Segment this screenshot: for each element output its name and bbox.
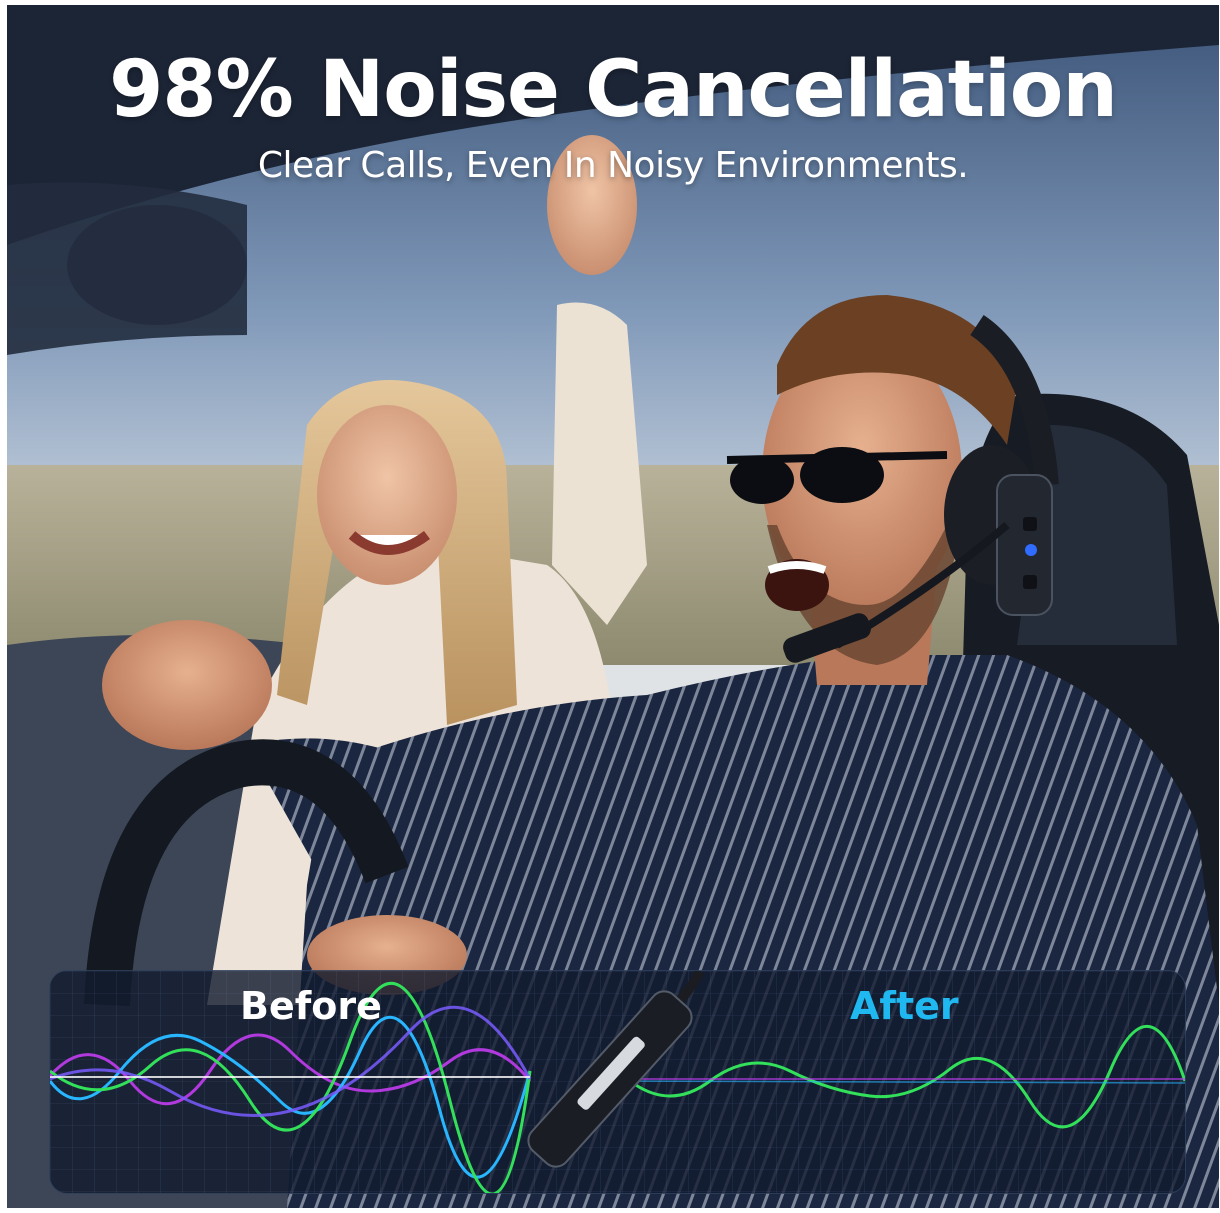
subheadline: Clear Calls, Even In Noisy Environments. — [257, 145, 969, 186]
after-clean-wave — [609, 1024, 1185, 1129]
before-label: Before — [240, 984, 382, 1028]
ad-banner: 98% Noise Cancellation Clear Calls, Even… — [7, 5, 1219, 1208]
sound-waves — [50, 971, 1185, 1193]
noise-comparison-panel: Before After — [49, 970, 1186, 1194]
headset-microphone-boom-icon — [527, 971, 705, 1168]
after-label: After — [850, 984, 959, 1028]
headline: 98% Noise Cancellation — [109, 45, 1118, 135]
